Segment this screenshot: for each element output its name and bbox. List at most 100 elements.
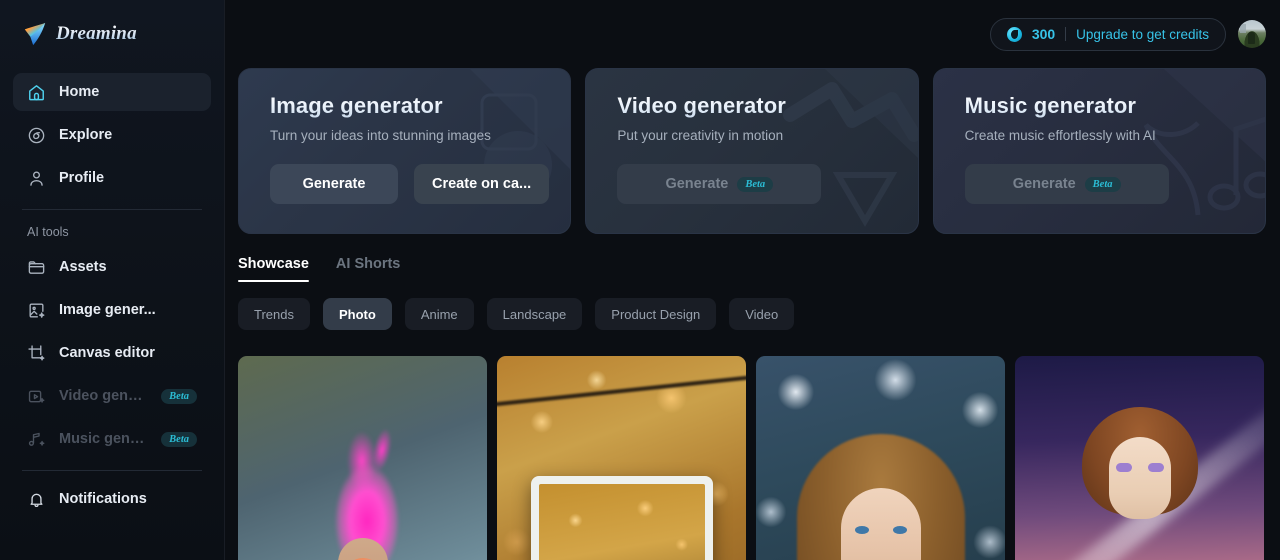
main-content: 300 Upgrade to get credits Image generat… (225, 0, 1280, 560)
card-subtitle: Put your creativity in motion (617, 128, 784, 143)
sidebar-item-assets[interactable]: Assets (13, 248, 211, 286)
sidebar-item-notifications[interactable]: Notifications (13, 480, 211, 518)
rainbow-portrait-thumbnail[interactable] (1015, 356, 1264, 560)
neon-nail-flame-thumbnail[interactable] (238, 356, 487, 560)
sidebar-item-label: Video gener... (59, 388, 149, 404)
autumn-polaroid-thumbnail[interactable] (497, 356, 746, 560)
sidebar-item-label: Music gener... (59, 431, 149, 447)
card-actions: Generate Beta (617, 164, 917, 204)
card-title: Image generator (270, 93, 570, 119)
branch-shape (497, 374, 746, 408)
sidebar-item-label: Notifications (59, 491, 147, 507)
credits-pill[interactable]: 300 Upgrade to get credits (989, 17, 1226, 51)
music-generator-card[interactable]: Music generator Create music effortlessl… (932, 68, 1266, 234)
sidebar-primary-nav: Home Explore Profile AI tools Assets Ima… (13, 68, 211, 518)
sidebar-divider-bottom (22, 470, 202, 471)
card-title: Music generator (965, 93, 1265, 119)
card-subtitle: Turn your ideas into stunning images (270, 128, 491, 143)
credits-value: 300 (1031, 26, 1056, 42)
card-actions: Generate Create on ca... (270, 164, 570, 204)
sidebar-item-label: Image gener... (59, 302, 156, 318)
sidebar-item-image-generator[interactable]: Image gener... (13, 291, 211, 329)
eye-right-shape (892, 526, 907, 534)
folder-icon (27, 258, 46, 277)
image-sparkle-icon (27, 301, 46, 320)
content-tabs: Showcase AI Shorts (225, 234, 1280, 282)
tab-ai-shorts[interactable]: AI Shorts (336, 256, 400, 282)
chip-product-design[interactable]: Product Design (595, 298, 717, 330)
thumbnail-image (238, 356, 487, 560)
polaroid-photo (538, 484, 705, 560)
chip-label: Landscape (502, 306, 567, 322)
sidebar-item-label: Canvas editor (59, 345, 155, 361)
chip-photo[interactable]: Photo (322, 298, 392, 330)
card-subtitle: Create music effortlessly with AI (964, 128, 1156, 143)
chip-label: Photo (338, 306, 376, 322)
sidebar-item-home[interactable]: Home (13, 73, 211, 111)
brand-logo[interactable]: Dreamina (13, 0, 211, 68)
sidebar-item-label: Assets (59, 259, 107, 275)
beta-badge: Beta (1084, 176, 1121, 192)
user-avatar[interactable] (1238, 20, 1266, 48)
video-sparkle-icon (27, 387, 46, 406)
create-on-canvas-button[interactable]: Create on ca... (414, 164, 550, 204)
beta-badge: Beta (161, 431, 197, 447)
beta-badge: Beta (737, 176, 774, 192)
showcase-gallery (225, 330, 1280, 560)
button-label: Generate (665, 176, 729, 192)
beta-badge: Beta (161, 388, 197, 404)
sidebar-item-label: Profile (59, 170, 105, 186)
image-generate-button[interactable]: Generate (270, 164, 398, 204)
chip-landscape[interactable]: Landscape (486, 298, 583, 330)
chip-label: Video (745, 306, 779, 322)
dreamina-home-page: Dreamina Home Explore Profile AI tools A… (0, 0, 1280, 560)
chip-anime[interactable]: Anime (404, 298, 474, 330)
generator-cards-row: Image generator Turn your ideas into stu… (225, 68, 1280, 234)
sidebar-item-profile[interactable]: Profile (13, 159, 211, 197)
video-generator-card[interactable]: Video generator Put your creativity in m… (585, 68, 919, 234)
dreamina-logo-icon (24, 22, 46, 46)
filter-chips: Trends Photo Anime Landscape Product Des… (225, 282, 1280, 330)
button-label: Generate (1012, 176, 1076, 192)
home-icon (27, 83, 46, 102)
thumbnail-image (497, 356, 746, 560)
credit-coin-icon (1006, 26, 1022, 42)
sidebar-divider-top (22, 209, 202, 210)
face-shape (1108, 437, 1171, 519)
sidebar-item-label: Home (59, 84, 100, 100)
top-bar: 300 Upgrade to get credits (225, 0, 1280, 68)
eyelid-right-shape (1147, 463, 1164, 472)
pill-separator (1065, 27, 1067, 41)
eye-left-shape (854, 526, 869, 534)
compass-icon (27, 126, 46, 145)
tab-label: Showcase (238, 256, 309, 272)
sidebar-section-label: AI tools (27, 225, 69, 239)
sidebar-item-canvas-editor[interactable]: Canvas editor (13, 334, 211, 372)
image-generator-card[interactable]: Image generator Turn your ideas into stu… (238, 68, 572, 234)
chip-label: Trends (254, 306, 294, 322)
person-icon (27, 169, 46, 188)
chip-label: Anime (420, 306, 458, 322)
sidebar-item-explore[interactable]: Explore (13, 116, 211, 154)
tab-showcase[interactable]: Showcase (238, 256, 309, 282)
upgrade-link[interactable]: Upgrade to get credits (1076, 27, 1209, 42)
canvas-crop-icon (27, 344, 46, 363)
button-label: Create on ca... (432, 176, 532, 192)
snow-portrait-thumbnail[interactable] (756, 356, 1005, 560)
brand-name: Dreamina (56, 23, 137, 44)
sidebar-item-music-generator[interactable]: Music gener... Beta (13, 420, 211, 458)
face-shape (840, 488, 921, 560)
bell-icon (27, 490, 46, 509)
music-generate-button[interactable]: Generate Beta (964, 164, 1169, 204)
tab-label: AI Shorts (335, 256, 401, 272)
video-generate-button[interactable]: Generate Beta (617, 164, 822, 204)
chip-video[interactable]: Video (729, 298, 795, 330)
sidebar-item-video-generator[interactable]: Video gener... Beta (13, 377, 211, 415)
sidebar: Dreamina Home Explore Profile AI tools A… (0, 0, 225, 560)
card-actions: Generate Beta (964, 164, 1265, 204)
sidebar-item-label: Explore (59, 127, 113, 143)
button-label: Generate (302, 176, 366, 192)
chip-trends[interactable]: Trends (238, 298, 310, 330)
chip-label: Product Design (611, 306, 701, 322)
card-title: Video generator (617, 93, 917, 119)
